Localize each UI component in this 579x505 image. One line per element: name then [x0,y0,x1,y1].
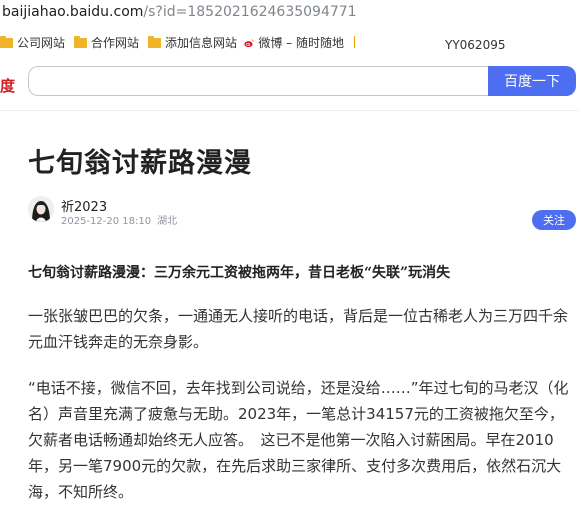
bookmark-label: 公司网站 [17,36,66,50]
bookmark-label: 合作网站 [91,36,140,50]
address-bar[interactable]: baijiahao.baidu.com/s?id=185202162463509… [0,0,579,26]
url-host: baijiahao.baidu.com [2,4,144,20]
follow-button[interactable]: 关注 [532,210,576,230]
avatar-image [28,196,54,222]
publish-location: 湖北 [157,216,178,227]
user-id-label: YY062095 [445,38,506,52]
url-path: /s?id=1852021624635094771 [143,4,357,20]
url-text[interactable]: baijiahao.baidu.com/s?id=185202162463509… [2,4,357,20]
bookmark-weibo[interactable]: 微博 – 随时随地 [244,34,344,51]
search-input[interactable] [28,66,490,96]
weibo-icon [244,38,254,47]
folder-icon [148,35,161,48]
folder-icon [74,35,87,48]
article-paragraph: “电话不接，微信不回，去年找到公司说给，还是没给……”年过七旬的马老汉（化名）声… [28,379,569,501]
publish-date: 2025-12-20 18:10 [61,216,152,227]
bookmark-add-info-site[interactable]: 添加信息网站 [148,34,237,51]
bookmark-partner-site[interactable]: 合作网站 [74,34,139,51]
bookmarks-separator [354,36,355,48]
avatar[interactable] [28,196,54,222]
article-paragraph: 一张张皱巴巴的欠条，一通通无人接听的电话，背后是一位古稀老人为三万四千余元血汗钱… [28,307,569,351]
search-button[interactable]: 百度一下 [488,66,576,96]
baidu-logo[interactable]: 度 [0,75,15,96]
bookmark-label: 添加信息网站 [165,36,238,50]
article-meta: 2025-12-20 18:10 湖北 [61,212,183,227]
bookmark-label: 微博 – 随时随地 [258,36,344,50]
article-subheading: 七旬翁讨薪路漫漫：三万余元工资被拖两年，昔日老板“失联”玩消失 [28,265,451,281]
article-title: 七旬翁讨薪路漫漫 [28,148,252,179]
folder-icon [0,35,13,48]
bookmark-company-site[interactable]: 公司网站 [0,34,65,51]
header-divider [0,110,579,111]
